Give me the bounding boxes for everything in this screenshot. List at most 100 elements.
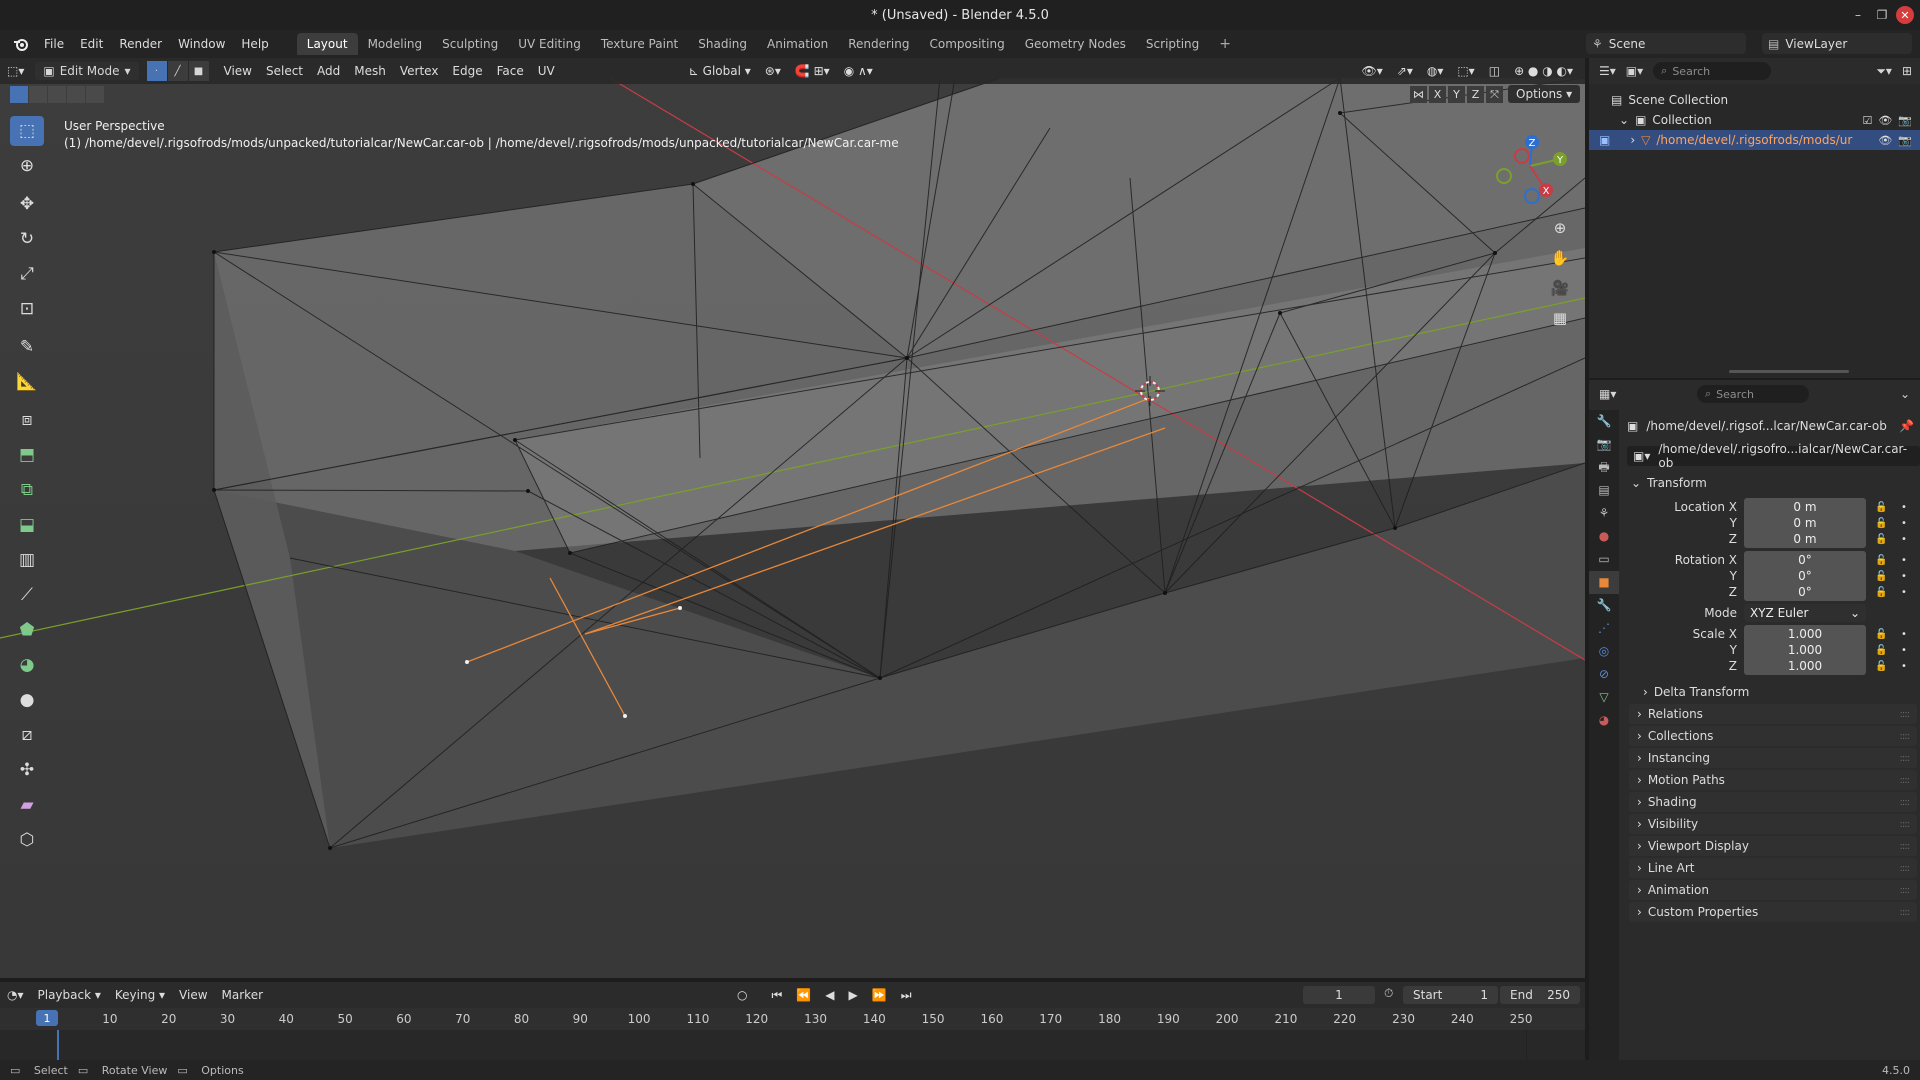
panel-line-art[interactable]: › Line Art:::: xyxy=(1629,858,1917,878)
tab-rendering[interactable]: Rendering xyxy=(838,33,919,55)
lock-icon[interactable]: 🔓 xyxy=(1875,502,1887,513)
menu-mesh[interactable]: Mesh xyxy=(347,64,393,78)
drag-handle-icon[interactable]: :::: xyxy=(1900,885,1911,896)
menu-add[interactable]: Add xyxy=(310,64,347,78)
view-layer-selector[interactable]: ▤ ViewLayer xyxy=(1762,33,1912,54)
ortho-toggle-icon[interactable]: ▦ xyxy=(1546,304,1574,332)
outliner-editor-icon[interactable]: ☰▾ xyxy=(1599,64,1616,78)
object-name-field[interactable]: ▣▾ /home/devel/.rigsofro...ialcar/NewCar… xyxy=(1627,442,1920,470)
shrink-fatten-tool-icon[interactable]: ✣ xyxy=(10,755,44,785)
tab-texture-paint[interactable]: Texture Paint xyxy=(591,33,688,55)
keyframe-dot-icon[interactable]: • xyxy=(1901,587,1907,598)
rotate-tool-icon[interactable]: ↻ xyxy=(10,224,44,254)
autokey-icon[interactable]: ○ xyxy=(730,988,754,1002)
loop-cut-tool-icon[interactable]: ▥ xyxy=(10,545,44,575)
select-intersect-icon[interactable] xyxy=(86,86,104,103)
collection-tab-icon[interactable]: ▭ xyxy=(1589,548,1619,571)
drag-handle-icon[interactable]: :::: xyxy=(1900,797,1911,808)
tab-sculpting[interactable]: Sculpting xyxy=(432,33,508,55)
next-keyframe-icon[interactable]: ⏩ xyxy=(865,988,894,1002)
3d-viewport[interactable]: Z Y X ⬚▾ ▣ Edit Mode ▾ · ╱ ■ View Select… xyxy=(0,58,1585,978)
mirror-z-button[interactable]: Z xyxy=(1467,86,1484,103)
mirror-y-button[interactable]: Y xyxy=(1448,86,1465,103)
transform-tool-icon[interactable]: ⊡ xyxy=(10,294,44,324)
overlay-toggle-icon[interactable]: ◍▾ xyxy=(1420,64,1451,78)
menu-playback[interactable]: Playback ▾ xyxy=(31,988,108,1002)
keyframe-dot-icon[interactable]: • xyxy=(1901,534,1907,545)
scale-z-field[interactable]: 1.000 xyxy=(1744,657,1866,675)
keyframe-dot-icon[interactable]: • xyxy=(1901,629,1907,640)
timeline-ruler[interactable]: 1 10 20 30 40 50 60 70 80 90 100 110 120 130 140 150 16… xyxy=(0,1008,1585,1030)
keyframe-dot-icon[interactable]: • xyxy=(1901,645,1907,656)
panel-shading[interactable]: › Shading:::: xyxy=(1629,792,1917,812)
spin-tool-icon[interactable]: ◕ xyxy=(10,650,44,680)
filter-icon[interactable]: ⏷▾ xyxy=(1876,64,1892,79)
eye-icon[interactable]: 👁 xyxy=(1878,114,1892,127)
drag-handle-icon[interactable]: :::: xyxy=(1900,775,1911,786)
panel-viewport-display[interactable]: › Viewport Display:::: xyxy=(1629,836,1917,856)
scene-selector[interactable]: ⚘ Scene xyxy=(1586,33,1746,54)
panel-animation[interactable]: › Animation:::: xyxy=(1629,880,1917,900)
display-mode-icon[interactable]: ▣▾ xyxy=(1626,64,1643,78)
prev-keyframe-icon[interactable]: ⏪ xyxy=(789,988,818,1002)
mirror-x-button[interactable]: X xyxy=(1429,86,1446,103)
lock-icon[interactable]: 🔓 xyxy=(1875,534,1887,545)
panel-custom-properties[interactable]: › Custom Properties:::: xyxy=(1629,902,1917,922)
stopwatch-icon[interactable]: ⏱ xyxy=(1384,986,1393,1001)
select-extend-icon[interactable] xyxy=(29,86,47,103)
snap-icon[interactable]: 🧲 ⊞▾ xyxy=(788,64,837,78)
render-tab-icon[interactable]: 📷 xyxy=(1589,433,1619,456)
outliner-row-collection[interactable]: ⌄ ▣ Collection ☑ 👁 📷 xyxy=(1589,110,1920,130)
minimize-button[interactable]: – xyxy=(1848,5,1868,25)
gizmo-toggle-icon[interactable]: ⇗▾ xyxy=(1390,64,1420,78)
panel-collections[interactable]: › Collections:::: xyxy=(1629,726,1917,746)
material-tab-icon[interactable]: ◕ xyxy=(1589,709,1619,732)
lock-icon[interactable]: 🔓 xyxy=(1875,587,1887,598)
panel-visibility[interactable]: › Visibility:::: xyxy=(1629,814,1917,834)
zoom-icon[interactable]: ⊕ xyxy=(1546,214,1574,242)
menu-keying[interactable]: Keying ▾ xyxy=(108,988,172,1002)
drag-handle-icon[interactable]: :::: xyxy=(1900,863,1911,874)
view-layer-tab-icon[interactable]: ▤ xyxy=(1589,479,1619,502)
drag-handle-icon[interactable]: :::: xyxy=(1900,753,1911,764)
end-frame-field[interactable]: End 250 xyxy=(1500,986,1580,1004)
extrude-tool-icon[interactable]: ⬒ xyxy=(10,440,44,470)
mesh-view[interactable]: Z Y X xyxy=(0,58,1585,978)
xray-toggle-icon[interactable]: ◫ xyxy=(1482,64,1507,78)
rip-tool-icon[interactable]: ⬡ xyxy=(10,825,44,855)
keyframe-dot-icon[interactable]: • xyxy=(1901,571,1907,582)
bevel-tool-icon[interactable]: ⬓ xyxy=(10,510,44,540)
maximize-button[interactable]: ❐ xyxy=(1872,5,1892,25)
face-select-icon[interactable]: ■ xyxy=(188,61,209,81)
checkbox-icon[interactable]: ☑ xyxy=(1862,114,1872,127)
tab-geometry-nodes[interactable]: Geometry Nodes xyxy=(1015,33,1136,55)
lock-icon[interactable]: 🔓 xyxy=(1875,661,1887,672)
tab-animation[interactable]: Animation xyxy=(757,33,838,55)
eye-icon[interactable]: 👁 xyxy=(1878,134,1892,147)
play-icon[interactable]: ▶ xyxy=(842,988,865,1002)
camera-icon[interactable]: 📷 xyxy=(1898,114,1912,127)
start-frame-field[interactable]: Start 1 xyxy=(1403,986,1498,1004)
edit-mode-indicator-icon[interactable]: ▣ xyxy=(1599,133,1610,147)
world-tab-icon[interactable]: ● xyxy=(1589,525,1619,548)
poly-build-tool-icon[interactable]: ⬟ xyxy=(10,615,44,645)
delta-transform-panel[interactable]: › Delta Transform xyxy=(1627,682,1920,702)
menu-view[interactable]: View xyxy=(217,64,259,78)
object-tab-icon[interactable]: ■ xyxy=(1589,571,1619,594)
lock-icon[interactable]: 🔓 xyxy=(1875,518,1887,529)
jump-start-icon[interactable]: ⏮ xyxy=(765,988,790,1003)
transform-panel-header[interactable]: ⌄ Transform xyxy=(1627,473,1920,493)
visibility-icon[interactable]: 👁▾ xyxy=(1355,64,1390,78)
topology-mirror-icon[interactable]: ⤧ xyxy=(1486,86,1503,103)
menu-edit[interactable]: Edit xyxy=(72,37,111,51)
measure-tool-icon[interactable]: 📐 xyxy=(10,367,44,397)
select-box-tool-icon[interactable]: ⬚ xyxy=(10,116,44,146)
close-button[interactable]: ✕ xyxy=(1896,6,1914,24)
rotation-mode-dropdown[interactable]: XYZ Euler ⌄ xyxy=(1744,604,1866,622)
outliner-search-input[interactable]: ⌕ Search xyxy=(1653,62,1772,80)
mode-selector[interactable]: ▣ Edit Mode ▾ xyxy=(35,62,139,80)
lock-icon[interactable]: 🔓 xyxy=(1875,629,1887,640)
constraints-tab-icon[interactable]: ⊘ xyxy=(1589,663,1619,686)
annotate-tool-icon[interactable]: ✎ xyxy=(10,332,44,362)
current-frame-field[interactable]: 1 xyxy=(1303,986,1375,1004)
